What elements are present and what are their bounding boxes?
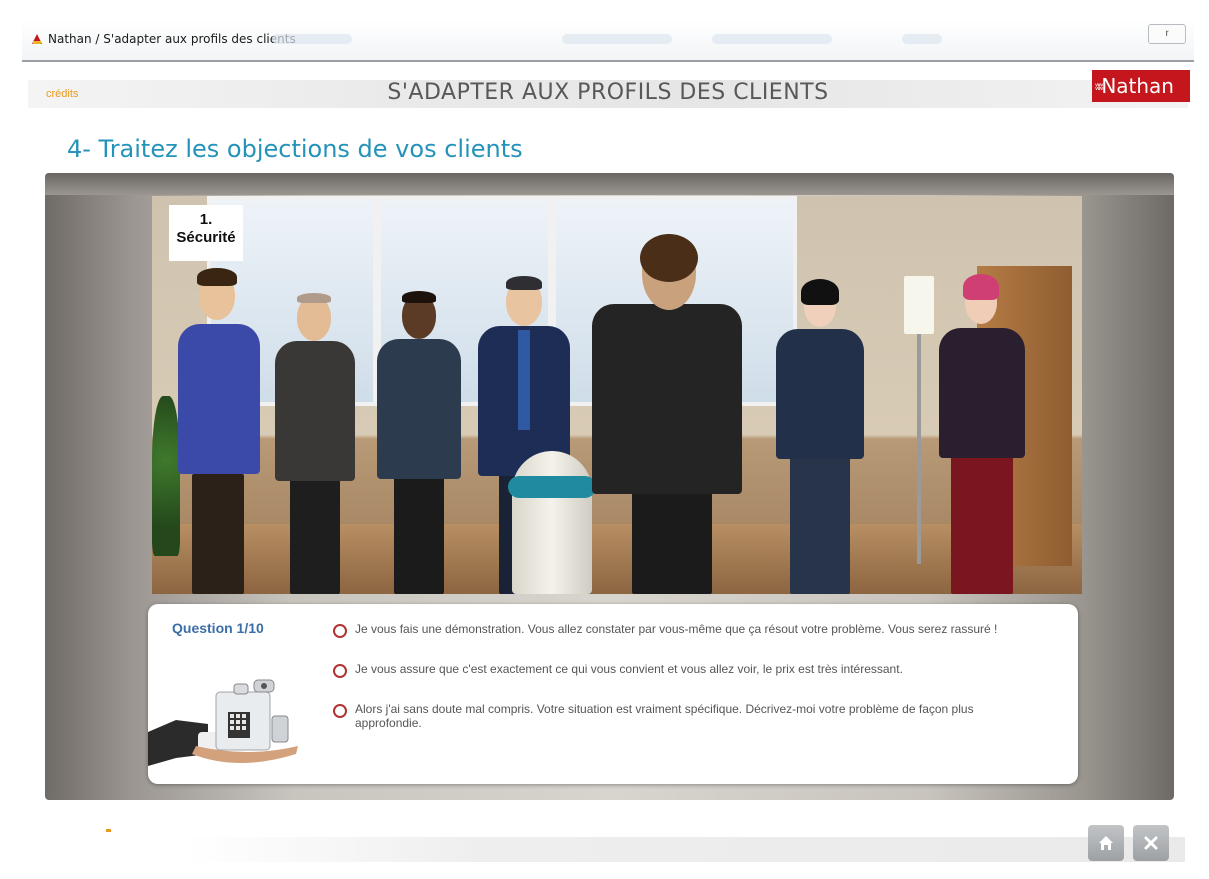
profile-tag-label: Sécurité <box>176 229 236 246</box>
question-counter: Question 1/10 <box>172 620 264 636</box>
answer-text: Je vous assure que c'est exactement ce q… <box>355 662 903 676</box>
answer-option-1[interactable]: Je vous fais une démonstration. Vous all… <box>333 622 1053 652</box>
window-control-button[interactable]: ꭇ <box>1148 24 1186 44</box>
lamp-shade <box>904 276 934 334</box>
profile-tag: 1. Sécurité <box>169 205 243 261</box>
progress-marker <box>106 829 111 832</box>
answer-option-2[interactable]: Je vous assure que c'est exactement ce q… <box>333 662 1053 692</box>
radio-button[interactable] <box>333 624 347 638</box>
client-figure[interactable] <box>272 289 358 594</box>
home-button[interactable] <box>1088 825 1124 861</box>
answer-text: Alors j'ai sans doute mal compris. Votre… <box>355 702 974 730</box>
client-figure[interactable] <box>770 279 870 594</box>
section-title: 4- Traitez les objections de vos clients <box>67 135 523 163</box>
titlebar-blur <box>272 34 352 44</box>
salesman-figure[interactable] <box>592 234 742 594</box>
reception-desk <box>512 451 592 594</box>
window-titlebar: Nathan / S'adapter aux profils des clien… <box>22 20 1194 62</box>
scene-illustration: 1. Sécurité <box>152 196 1082 594</box>
close-button[interactable] <box>1133 825 1169 861</box>
header-band: crédits S'ADAPTER AUX PROFILS DES CLIENT… <box>28 80 1188 108</box>
security-device-illustration <box>148 679 298 766</box>
brand-name: Nathan <box>1101 74 1174 98</box>
question-panel: Question 1/10 Je vous fais une démonstra… <box>148 604 1078 784</box>
radio-button[interactable] <box>333 704 347 718</box>
client-figure[interactable] <box>935 274 1030 594</box>
lamp-pole <box>917 334 921 564</box>
titlebar-blur <box>562 34 672 44</box>
answer-option-3[interactable]: Alors j'ai sans doute mal compris. Votre… <box>333 702 1053 732</box>
profile-tag-number: 1. <box>199 211 213 228</box>
client-figure[interactable] <box>174 264 264 594</box>
app-title: S'ADAPTER AUX PROFILS DES CLIENTS <box>387 80 829 105</box>
home-icon <box>1099 836 1113 850</box>
window-title: Nathan / S'adapter aux profils des clien… <box>48 32 296 46</box>
nathan-logo: ʬʬNathan <box>1092 70 1190 102</box>
titlebar-blur <box>902 34 942 44</box>
scene-stage: 1. Sécurité Question 1/10 Je vous fais u… <box>45 173 1174 800</box>
bottom-bar <box>185 837 1185 862</box>
client-figure[interactable] <box>374 289 464 594</box>
answer-text: Je vous fais une démonstration. Vous all… <box>355 622 998 636</box>
close-icon <box>1144 836 1158 850</box>
desk-ring <box>508 476 596 498</box>
radio-button[interactable] <box>333 664 347 678</box>
titlebar-blur <box>712 34 832 44</box>
stage-frame-top <box>45 173 1174 195</box>
app-icon <box>32 34 42 44</box>
